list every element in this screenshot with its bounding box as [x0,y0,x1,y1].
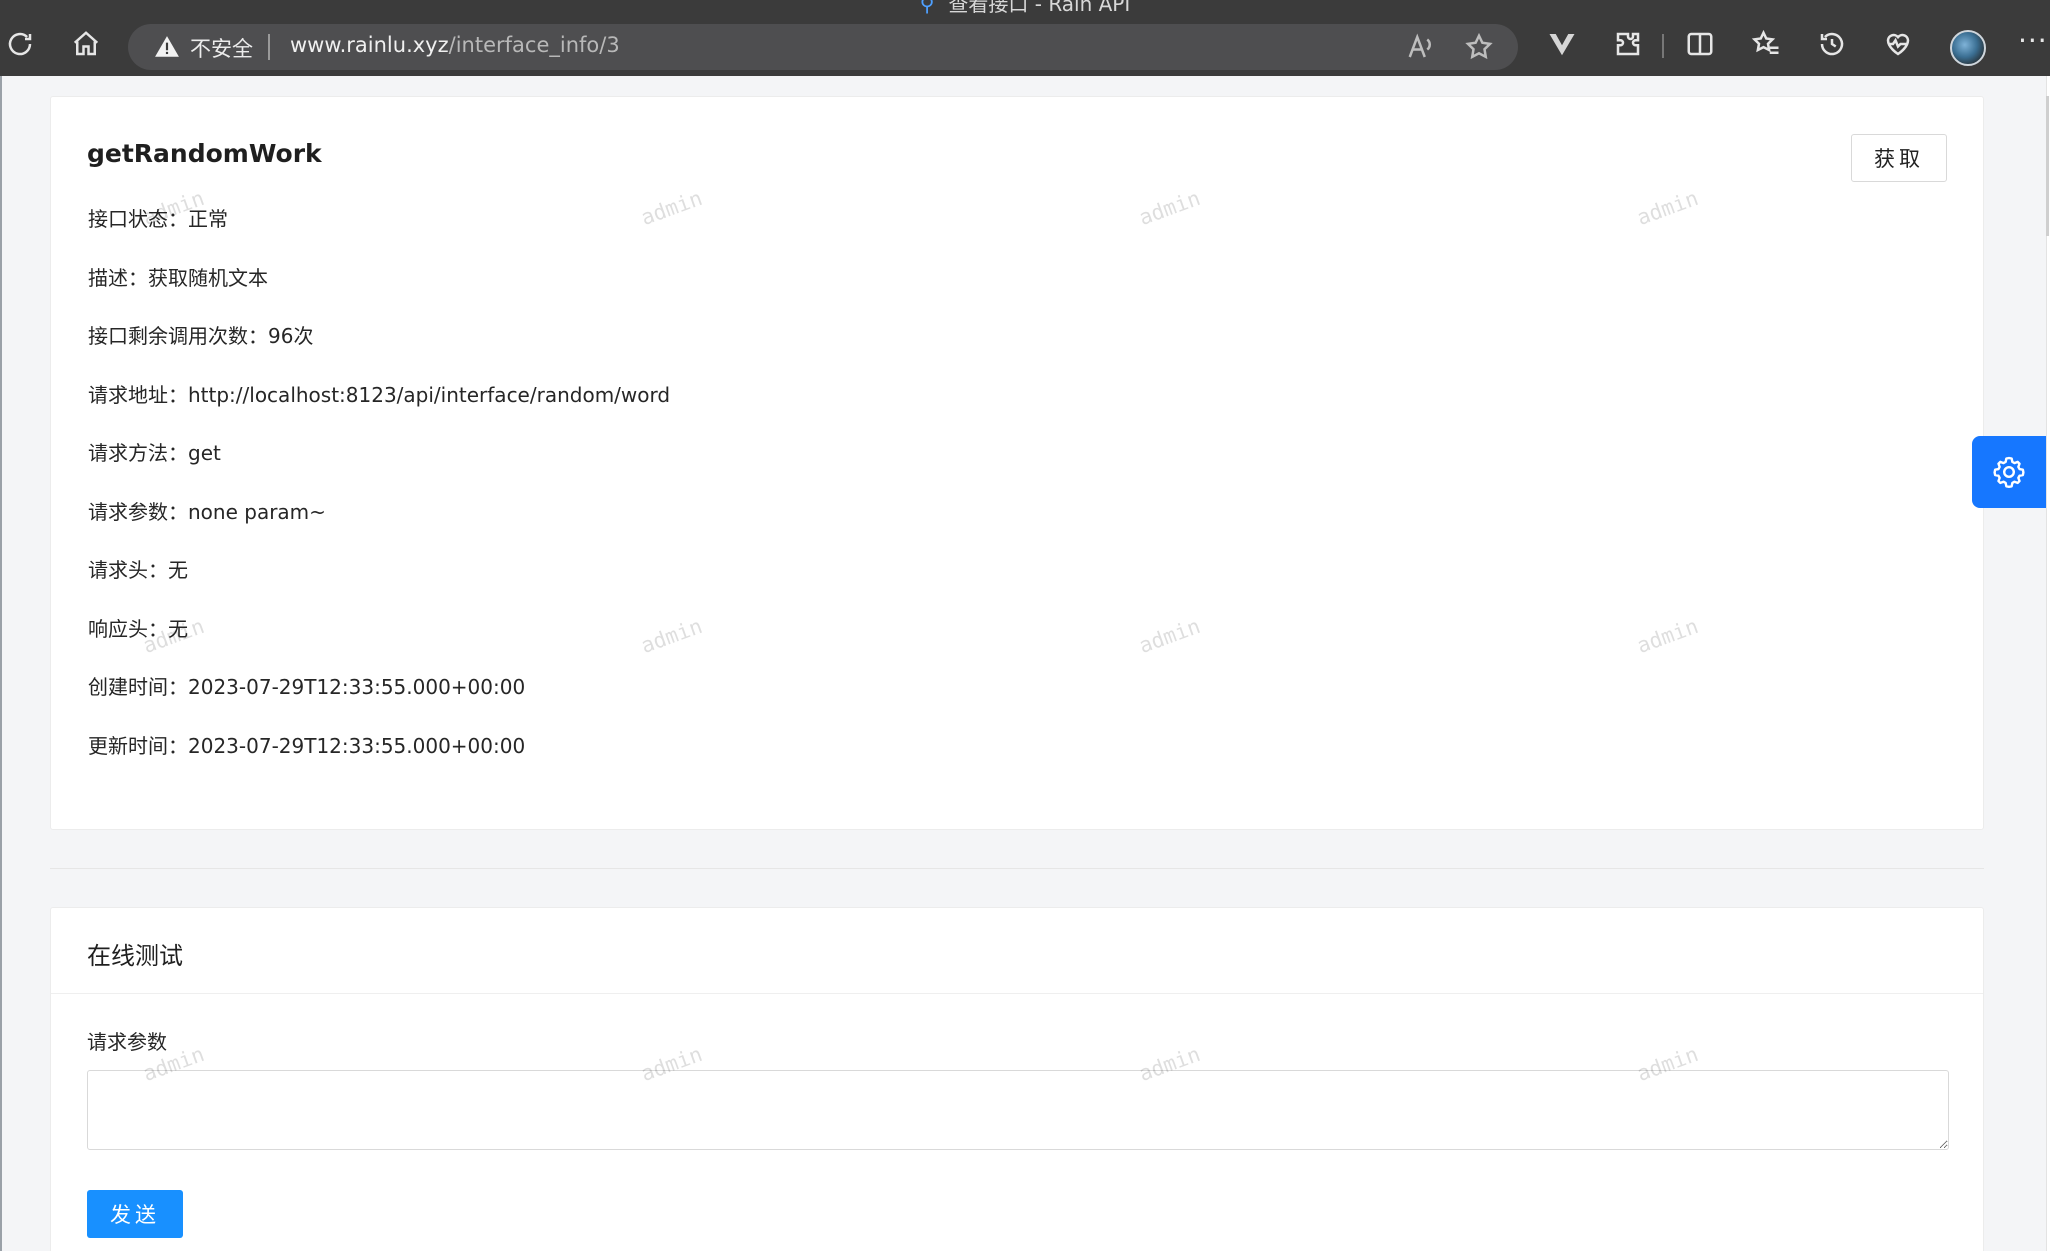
gear-icon [1993,456,2025,488]
browser-essentials-button[interactable] [1878,24,1918,64]
detail-update-time: 更新时间：2023-07-29T12:33:55.000+00:00 [88,733,526,758]
detail-request-method: 请求方法：get [88,441,221,465]
left-edge-shadow [0,76,2,1251]
favorites-icon [1751,29,1779,54]
settings-menu-button[interactable]: ··· [2018,24,2048,57]
online-test-header: 在线测试 [51,908,1983,994]
detail-description: 描述：获取随机文本 [88,265,268,290]
extension-v-button[interactable] [1542,24,1582,64]
favorite-star-button[interactable] [1464,32,1494,62]
puzzle-icon [1616,32,1640,56]
browser-tab-title: ⚲ 查看接口 - Rain API [0,0,2050,17]
online-test-card: 在线测试 请求参数 发送 [50,907,1984,1251]
heart-pulse-icon [1886,33,1910,56]
detail-response-header: 响应头：无 [88,616,188,641]
extensions-button[interactable] [1608,24,1648,64]
detail-request-url: 请求地址：http://localhost:8123/api/interface… [88,382,671,407]
address-separator [268,34,270,60]
profile-avatar[interactable] [1950,30,1986,66]
address-bar[interactable]: 不安全 www.rainlu.xyz/interface_info/3 [128,24,1518,70]
request-params-input[interactable] [87,1070,1949,1150]
detail-remaining-calls: 接口剩余调用次数：96次 [88,324,314,348]
history-icon [1820,32,1844,56]
interface-name: getRandomWork [87,139,322,168]
reload-icon [8,32,32,56]
settings-drawer-button[interactable] [1972,436,2046,508]
detail-create-time: 创建时间：2023-07-29T12:33:55.000+00:00 [88,675,526,699]
star-icon [1465,32,1493,60]
home-button[interactable] [66,24,106,64]
toolbar-separator [1662,34,1664,58]
url-text[interactable]: www.rainlu.xyz/interface_info/3 [290,33,620,57]
page-scrollbar[interactable] [2046,76,2050,1251]
reload-button[interactable] [0,24,40,64]
detail-request-header: 请求头：无 [88,558,188,582]
browser-toolbar: ⚲ 查看接口 - Rain API 不安全 www.rainlu.xyz/inte… [0,0,2050,76]
favorites-button[interactable] [1746,24,1786,64]
request-params-label: 请求参数 [87,1030,167,1054]
section-divider [50,868,1984,869]
read-aloud-button[interactable] [1406,32,1436,62]
history-button[interactable] [1812,24,1852,64]
detail-request-params: 请求参数：none param~ [88,499,326,524]
detail-status: 接口状态：正常 [88,207,228,231]
page-content: getRandomWork 获取 接口状态：正常 描述：获取随机文本 接口剩余调… [0,76,2050,1251]
split-screen-button[interactable] [1680,24,1720,64]
split-screen-icon [1687,32,1713,56]
interface-details: 接口状态：正常 描述：获取随机文本 接口剩余调用次数：96次 请求地址：http… [88,203,670,788]
interface-info-card: getRandomWork 获取 接口状态：正常 描述：获取随机文本 接口剩余调… [50,96,1984,830]
send-button[interactable]: 发送 [87,1190,183,1238]
tab-favicon-icon: ⚲ [919,0,935,16]
warning-icon [155,36,179,57]
fetch-button[interactable]: 获取 [1851,134,1947,182]
read-aloud-icon [1408,33,1431,58]
vue-devtools-icon [1549,34,1575,56]
security-status-label[interactable]: 不安全 [190,33,253,63]
home-icon [73,31,99,56]
online-test-title: 在线测试 [87,942,183,970]
